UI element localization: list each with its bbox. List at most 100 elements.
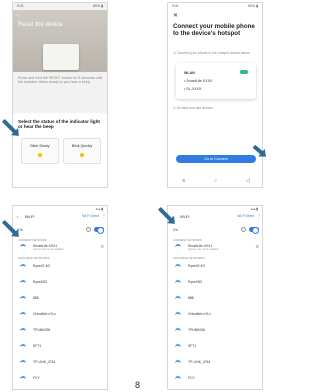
page-title: Wi-Fi — [25, 214, 35, 219]
wifi-signal-icon — [175, 328, 181, 334]
wifi-signal-icon — [20, 360, 26, 366]
network-name: TPUNK006 — [33, 328, 51, 332]
wifi-signal-icon — [20, 296, 26, 302]
status-time: 9:41 — [172, 4, 179, 8]
network-name: Ryse03G — [33, 280, 48, 284]
menu-icon[interactable]: ≡ — [182, 178, 185, 184]
list-item[interactable]: ChinaNet-xYLx — [168, 310, 262, 320]
network-name: TP-LINK_4761 — [188, 360, 211, 364]
wifi-signal-icon — [20, 280, 26, 286]
wifi-signal-icon — [175, 312, 181, 318]
available-networks-header: AVAILABLE NETWORKS — [173, 256, 205, 260]
scan-icon[interactable] — [241, 227, 246, 232]
list-item[interactable]: ChinaNet-xYLx — [13, 310, 107, 320]
available-networks-header: AVAILABLE NETWORKS — [18, 256, 50, 260]
back-nav-icon[interactable]: ◁ — [246, 178, 250, 184]
back-icon[interactable]: ‹ — [17, 214, 18, 219]
network-status: Internet may not be available — [33, 248, 64, 251]
status-bar: 9:41 80% ▮ — [13, 3, 107, 10]
list-item[interactable]: Ryse03G — [168, 278, 262, 288]
list-item[interactable]: 888 — [168, 294, 262, 304]
gear-icon[interactable]: ⚙ — [100, 244, 104, 249]
wifi-signal-icon — [20, 376, 26, 382]
wifi-on-row: On — [168, 227, 262, 234]
status-question: Select the status of the indicator light… — [18, 119, 100, 130]
close-icon[interactable]: ✕ — [173, 12, 178, 19]
device-photo: ‹ Reset the device — [13, 10, 107, 72]
indicator-light-icon — [38, 153, 42, 157]
more-icon[interactable]: ⋮ — [102, 213, 106, 218]
current-network-row[interactable]: SmartLife-XXX1 Internet may not be avail… — [13, 242, 107, 252]
list-item[interactable]: TP-LINK_4761 — [13, 358, 107, 368]
wifi-signal-icon — [20, 244, 26, 250]
network-name: FCY — [33, 376, 40, 380]
network-name: ChinaNet-xYLx — [33, 312, 56, 316]
wifi-direct-link[interactable]: Wi-Fi Direct — [82, 214, 99, 218]
connect-hotspot-screen: 9:41 80% ▮ ✕ Connect your mobile phone t… — [167, 2, 263, 188]
page-title: Connect your mobile phone to the device'… — [173, 23, 255, 37]
more-icon[interactable]: ⋮ — [257, 213, 261, 218]
list-item[interactable]: 888 — [13, 294, 107, 304]
status-bar: ◂ ▴ ▮ — [250, 207, 258, 211]
status-bar: ◂ ▴ ▮ — [95, 207, 103, 211]
wifi-on-row: On — [13, 227, 107, 234]
network-name: TP-LINK_4761 — [33, 360, 56, 364]
wifi-signal-icon — [175, 280, 181, 286]
wifi-signal-icon — [175, 376, 181, 382]
home-icon[interactable]: ○ — [214, 178, 217, 184]
list-item[interactable]: Ryse03G — [13, 278, 107, 288]
blink-quickly-label: Blink Quickly — [71, 144, 93, 148]
list-item[interactable]: TP-LINK_4761 — [168, 358, 262, 368]
current-network-row[interactable]: SmartLife-XXX1 Internet may not be avail… — [168, 242, 262, 252]
network-name: 888 — [188, 296, 194, 300]
reset-instructions: Press and hold the RESET button for 5 se… — [18, 76, 103, 85]
list-item[interactable]: SFT1 — [13, 342, 107, 352]
blink-slowly-label: Blink Slowly — [30, 144, 50, 148]
network-name: FCY — [188, 376, 195, 380]
blink-slowly-option[interactable]: Blink Slowly — [21, 138, 59, 164]
wifi-direct-link[interactable]: Wi-Fi Direct — [237, 214, 254, 218]
list-item[interactable]: Ryse02 4G — [13, 262, 107, 272]
wlan-label: WLAN — [184, 71, 195, 75]
back-icon[interactable]: ‹ — [17, 13, 19, 19]
list-item[interactable]: TPUNK006 — [168, 326, 262, 336]
status-selection-sheet: Select the status of the indicator light… — [13, 113, 107, 187]
wifi-signal-icon — [175, 360, 181, 366]
wifi-settings-screen: ◂ ▴ ▮ ‹ Wi-Fi Wi-Fi Direct ⋮ On CURRENT … — [12, 205, 108, 390]
wifi-signal-icon — [175, 244, 181, 250]
indicator-light-icon — [80, 153, 84, 157]
network-name: SFT1 — [33, 344, 42, 348]
list-item[interactable]: Ryse02 4G — [168, 262, 262, 272]
list-item[interactable]: SFT1 — [168, 342, 262, 352]
scan-icon[interactable] — [86, 227, 91, 232]
list-item[interactable]: TPUNK006 — [13, 326, 107, 336]
wlan-toggle-icon — [240, 70, 248, 74]
wifi-settings-screen-2: ◂ ▴ ▮ ‹ Wi-Fi Wi-Fi Direct ⋮ On CURRENT … — [167, 205, 263, 390]
network-name: Ryse03G — [188, 280, 203, 284]
wifi-signal-icon — [20, 312, 26, 318]
wifi-on-label: On — [173, 228, 178, 232]
gear-icon[interactable]: ⚙ — [255, 244, 259, 249]
go-to-connect-button[interactable]: Go to Connect — [176, 155, 256, 163]
wifi-signal-icon — [20, 328, 26, 334]
system-nav-bar: ≡ ○ ◁ — [168, 178, 262, 184]
list-item[interactable]: FCY — [168, 374, 262, 384]
step-two-text: ② Go back and add devices — [173, 106, 213, 110]
status-bar: 9:41 80% ▮ — [168, 3, 262, 10]
status-battery: 80% ▮ — [248, 4, 258, 8]
wifi-signal-icon — [175, 296, 181, 302]
list-item[interactable]: FCY — [13, 374, 107, 384]
blink-quickly-option[interactable]: Blink Quickly — [63, 138, 101, 164]
network-name: ChinaNet-xYLx — [188, 312, 211, 316]
wifi-toggle[interactable] — [249, 227, 259, 234]
wifi-toggle[interactable] — [94, 227, 104, 234]
reset-device-screen: 9:41 80% ▮ ‹ Reset the device Press and … — [12, 2, 108, 188]
network-status: Internet may not be available — [188, 248, 219, 251]
wifi-header: ‹ Wi-Fi Wi-Fi Direct ⋮ — [168, 213, 262, 222]
wifi-header: ‹ Wi-Fi Wi-Fi Direct ⋮ — [13, 213, 107, 222]
page-title: Reset the device — [18, 22, 63, 28]
router-image — [43, 44, 79, 70]
wifi-signal-icon — [175, 264, 181, 270]
hotspot-name-1: • SmartLife-XXXX — [184, 79, 213, 83]
step-one-text: ① Connect your phone to the hotspot show… — [173, 51, 250, 55]
